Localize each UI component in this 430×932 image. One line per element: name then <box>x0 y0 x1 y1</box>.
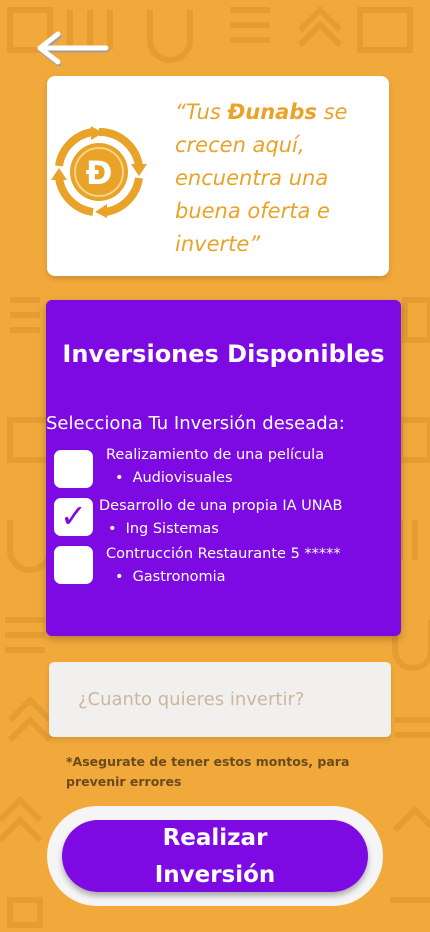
option-checkbox[interactable] <box>54 450 93 488</box>
investments-card: Inversiones Disponibles Selecciona Tu In… <box>46 300 401 636</box>
motivational-quote: “Tus Đunabs se crecen aquí, encuentra un… <box>175 96 375 261</box>
option-name: Realizamiento de una película <box>106 447 325 463</box>
option-checkbox[interactable]: ✓ <box>54 497 93 536</box>
option-name: Desarrollo de una propia IA UNAB <box>99 498 343 514</box>
submit-button-frame: Realizar Inversión <box>47 806 383 906</box>
option-name: Contrucción Restaurante 5 ***** <box>106 546 341 562</box>
investment-amount-input[interactable] <box>49 662 391 737</box>
dunab-coin-icon: Đ <box>51 126 147 218</box>
back-arrow-icon[interactable] <box>32 30 112 66</box>
checkmark-icon: ✓ <box>60 497 87 535</box>
option-checkbox[interactable] <box>54 546 93 584</box>
option-category: Ing Sistemas <box>108 521 219 537</box>
quote-brand: Đunabs <box>227 100 317 124</box>
investments-subtitle: Selecciona Tu Inversión deseada: <box>46 413 345 434</box>
quote-prefix: “Tus <box>175 100 228 124</box>
svg-text:Đ: Đ <box>86 154 113 192</box>
warning-note: *Asegurate de tener estos montos, para p… <box>66 754 350 789</box>
investments-title: Inversiones Disponibles <box>62 340 385 368</box>
submit-investment-button[interactable]: Realizar Inversión <box>62 820 368 892</box>
option-category: Audiovisuales <box>115 470 233 486</box>
quote-card: Đ “Tus Đunabs se crecen aquí, encuentra … <box>47 76 389 276</box>
option-category: Gastronomia <box>115 569 226 585</box>
